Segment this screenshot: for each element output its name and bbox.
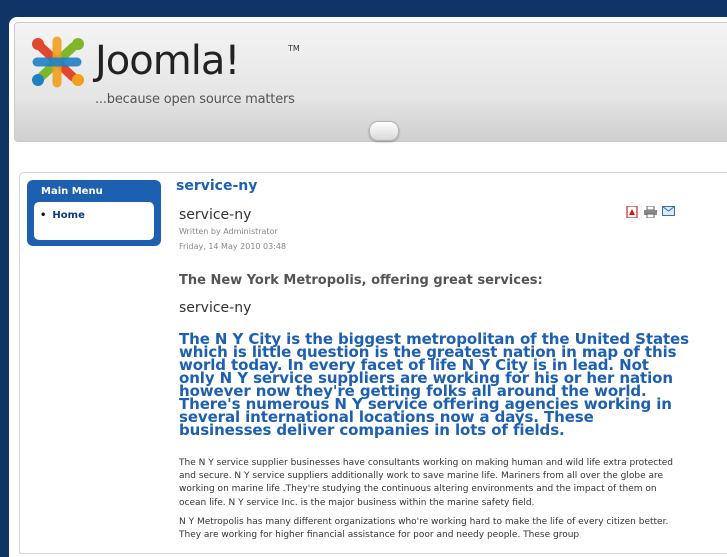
article-intro: The New York Metropolis, offering great …	[179, 273, 543, 288]
bullet-icon: •	[40, 210, 47, 221]
main-menu-list: • Home	[34, 202, 154, 240]
trademark: TM	[288, 44, 300, 53]
logo-text: Joomla!	[95, 38, 240, 84]
tagline: ...because open source matters	[95, 92, 295, 107]
content-area: Main Menu • Home service-ny service-ny Wr…	[19, 172, 727, 554]
article-paragraph: The N Y service supplier businesses have…	[179, 458, 673, 508]
section-heading-link[interactable]: service-ny	[176, 178, 257, 194]
joomla-logo-icon[interactable]	[27, 33, 89, 91]
main-menu: Main Menu • Home	[27, 180, 161, 246]
site-header: Joomla! TM ...because open source matter…	[14, 22, 727, 142]
article-author: Written by Administrator	[179, 227, 278, 236]
pdf-icon[interactable]	[626, 206, 638, 218]
main-menu-title: Main Menu	[41, 186, 103, 197]
header-toggle-button[interactable]	[369, 121, 399, 141]
article-subtitle: service-ny	[179, 300, 252, 316]
sidebar-item-label: Home	[52, 210, 85, 221]
article-paragraph: N Y Metropolis has many different organi…	[179, 517, 669, 541]
article-lead: The N Y City is the biggest metropolitan…	[179, 330, 689, 439]
article-date: Friday, 14 May 2010 03:48	[179, 242, 287, 251]
email-icon[interactable]	[662, 206, 675, 216]
page-container: Joomla! TM ...because open source matter…	[9, 17, 727, 557]
print-icon[interactable]	[644, 206, 657, 218]
article-title: service-ny	[179, 207, 252, 223]
sidebar-item-home[interactable]: • Home	[40, 210, 85, 221]
